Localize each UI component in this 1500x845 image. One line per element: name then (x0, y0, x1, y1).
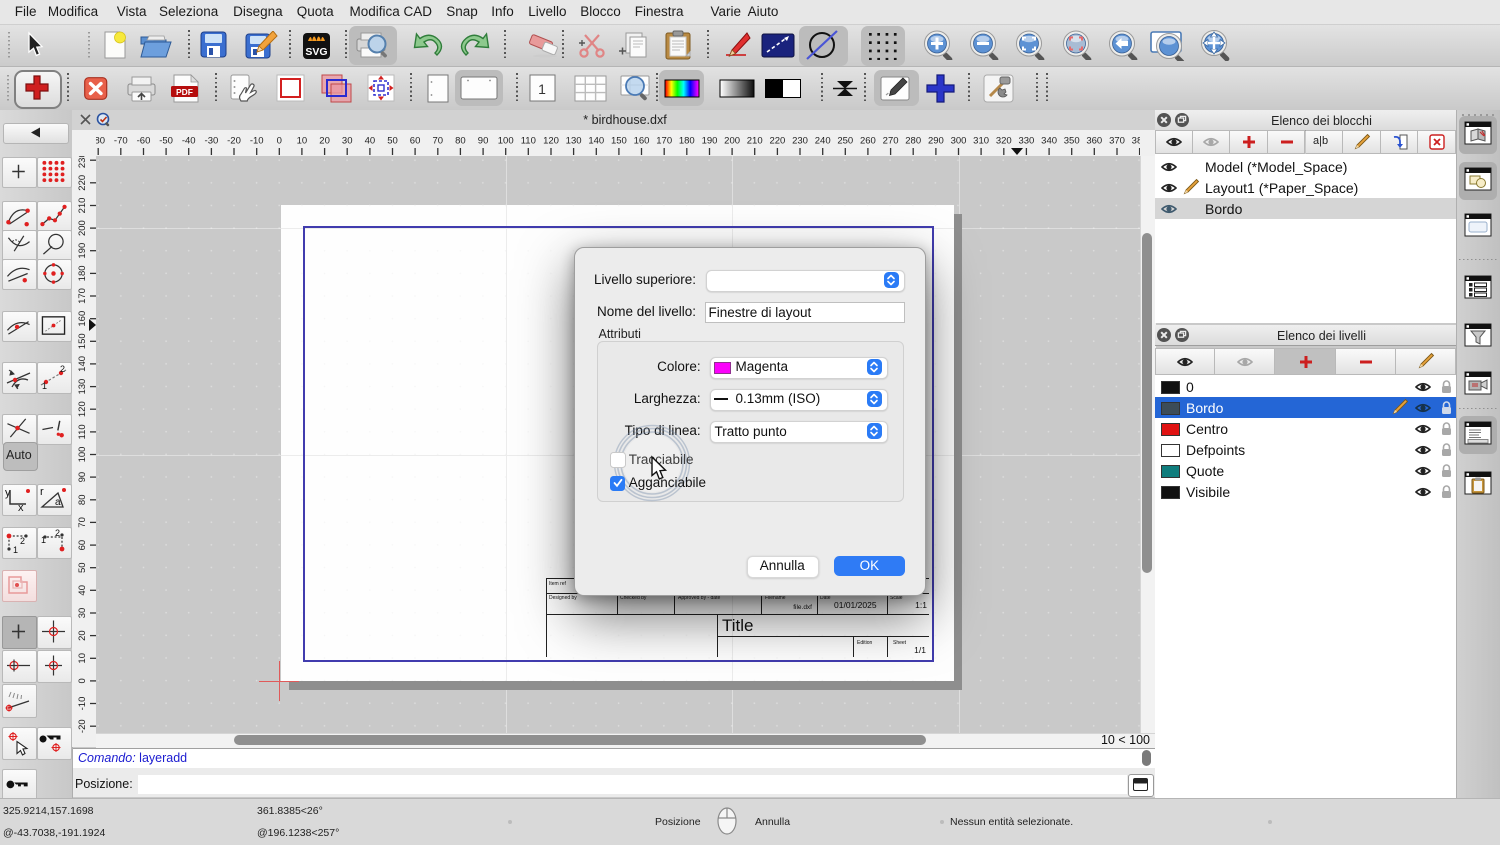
svg-text:90: 90 (77, 472, 88, 483)
svg-text:2: 2 (60, 364, 65, 374)
svg-text:200: 200 (77, 220, 88, 236)
svg-text:80: 80 (455, 136, 466, 147)
svg-text:360: 360 (1086, 136, 1102, 147)
svg-text:80: 80 (77, 495, 88, 506)
svg-text:50: 50 (387, 136, 398, 147)
svg-text:-40: -40 (182, 136, 196, 147)
svg-text:300: 300 (951, 136, 967, 147)
svg-text:1: 1 (41, 535, 46, 545)
svg-text:310: 310 (973, 136, 989, 147)
svg-text:170: 170 (77, 288, 88, 304)
svg-text:0: 0 (77, 678, 88, 683)
svg-text:70: 70 (433, 136, 444, 147)
svg-text:70: 70 (77, 517, 88, 528)
svg-text:10: 10 (77, 653, 88, 664)
svg-text:380: 380 (1132, 136, 1140, 147)
svg-text:250: 250 (837, 136, 853, 147)
svg-text:280: 280 (905, 136, 921, 147)
svg-text:-70: -70 (114, 136, 128, 147)
svg-text:a: a (55, 497, 61, 508)
svg-text:210: 210 (77, 198, 88, 214)
svg-text:140: 140 (588, 136, 604, 147)
svg-text:230: 230 (77, 156, 88, 168)
svg-text:130: 130 (77, 379, 88, 395)
svg-text:290: 290 (928, 136, 944, 147)
svg-text:270: 270 (883, 136, 899, 147)
svg-text:140: 140 (77, 356, 88, 372)
svg-text:-20: -20 (227, 136, 241, 147)
svg-text:190: 190 (702, 136, 718, 147)
svg-text:-60: -60 (137, 136, 151, 147)
svg-text:-30: -30 (205, 136, 219, 147)
svg-text:210: 210 (747, 136, 763, 147)
svg-text:100: 100 (498, 136, 514, 147)
svg-text:220: 220 (77, 175, 88, 191)
svg-text:350: 350 (1064, 136, 1080, 147)
svg-text:90: 90 (478, 136, 489, 147)
svg-text:320: 320 (996, 136, 1012, 147)
svg-text:1: 1 (13, 545, 18, 555)
svg-text:0: 0 (277, 136, 282, 147)
svg-text:-10: -10 (77, 697, 88, 711)
svg-text:30: 30 (77, 608, 88, 619)
svg-text:110: 110 (77, 424, 88, 439)
svg-text:200: 200 (724, 136, 740, 147)
svg-text:-10: -10 (250, 136, 264, 147)
svg-text:190: 190 (77, 243, 88, 259)
svg-text:-20: -20 (77, 719, 88, 733)
svg-text:220: 220 (769, 136, 785, 147)
svg-text:370: 370 (1109, 136, 1125, 147)
svg-text:170: 170 (656, 136, 672, 147)
svg-text:60: 60 (77, 540, 88, 551)
svg-text:150: 150 (611, 136, 627, 147)
svg-text:100: 100 (77, 447, 88, 463)
svg-text:30: 30 (342, 136, 353, 147)
svg-text:PDF: PDF (176, 87, 193, 97)
svg-text:240: 240 (815, 136, 831, 147)
svg-text:1: 1 (538, 81, 546, 97)
svg-text:r: r (40, 486, 44, 498)
svg-text:230: 230 (792, 136, 808, 147)
svg-text:20: 20 (319, 136, 330, 147)
svg-text:40: 40 (77, 585, 88, 596)
svg-text:180: 180 (679, 136, 695, 147)
svg-text:120: 120 (543, 136, 559, 147)
svg-text:50: 50 (77, 562, 88, 573)
svg-text:-50: -50 (159, 136, 173, 147)
svg-text:150: 150 (77, 333, 88, 349)
svg-text:SVG: SVG (305, 46, 327, 58)
svg-text:120: 120 (77, 401, 88, 417)
svg-text:340: 340 (1041, 136, 1057, 147)
svg-text:180: 180 (77, 265, 88, 281)
svg-text:2: 2 (55, 529, 60, 538)
svg-text:330: 330 (1018, 136, 1034, 147)
svg-text:-80: -80 (96, 136, 105, 147)
svg-text:1: 1 (42, 381, 47, 390)
svg-text:160: 160 (634, 136, 650, 147)
svg-text:2: 2 (20, 536, 25, 546)
svg-text:20: 20 (77, 630, 88, 641)
svg-text:x: x (18, 502, 24, 512)
svg-text:260: 260 (860, 136, 876, 147)
svg-text:40: 40 (365, 136, 376, 147)
svg-text:10: 10 (297, 136, 308, 147)
svg-text:130: 130 (566, 136, 582, 147)
svg-text:160: 160 (77, 311, 88, 327)
svg-text:110: 110 (521, 136, 536, 147)
svg-text:60: 60 (410, 136, 421, 147)
